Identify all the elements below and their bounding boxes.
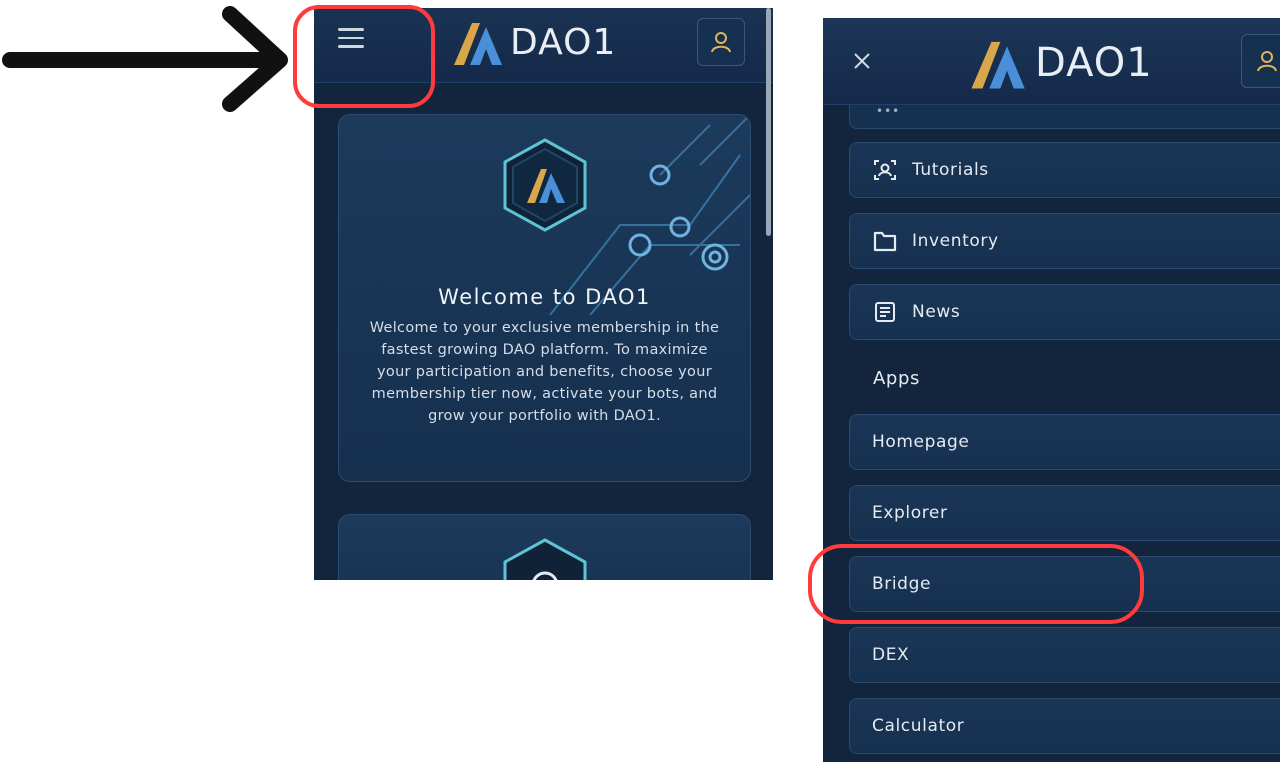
welcome-title: Welcome to DAO1 [438,285,651,309]
dao1-logo: DAO1 [450,14,616,70]
tutorials-icon [872,157,898,183]
logo-wordmark: DAO1 [510,21,617,63]
apps-section-label: Apps [873,368,920,389]
second-card [338,514,751,580]
news-icon [872,299,898,325]
ellipsis-icon: ••• [876,104,901,118]
scrollbar[interactable] [766,8,771,236]
logo-wordmark: DAO1 [1035,40,1153,86]
user-icon [711,32,731,53]
app-item-label: Calculator [872,716,965,736]
menu-button-highlight [293,5,435,108]
menu-item-tutorials[interactable]: Tutorials [849,142,1280,198]
app-item-explorer[interactable]: Explorer [849,485,1280,541]
app-header: DAO1 [823,18,1280,105]
dao1-logo: DAO1 [967,32,1153,94]
welcome-text: Welcome to your exclusive membership in … [369,320,720,424]
account-button[interactable] [697,18,745,66]
dao1-hex-badge [503,138,586,232]
welcome-card: Welcome to DAO1 Welcome to your exclusiv… [338,114,751,482]
app-item-label: DEX [872,645,910,665]
dao1-logo-icon [971,41,1025,89]
app-item-dex[interactable]: DEX [849,627,1280,683]
user-icon [1257,51,1277,72]
account-button[interactable] [1241,34,1280,88]
bridge-highlight [808,544,1144,624]
menu-item-inventory[interactable]: Inventory [849,213,1280,269]
menu-item-label: Inventory [912,231,999,251]
app-item-label: Explorer [872,503,948,523]
app-item-label: Homepage [872,432,970,452]
folder-icon [872,228,898,254]
close-icon [854,53,870,69]
hex-badge [503,538,586,580]
menu-item-label: News [912,302,961,322]
right-phone-screen: ••• Tutorials Inventory News Apps Homepa… [823,18,1280,762]
menu-item-news[interactable]: News [849,284,1280,340]
dao1-logo-icon [454,23,502,65]
close-menu-button[interactable] [853,52,871,72]
menu-item-label: Tutorials [912,160,989,180]
app-item-homepage[interactable]: Homepage [849,414,1280,470]
annotation-arrow [2,6,288,112]
app-item-calculator[interactable]: Calculator [849,698,1280,754]
